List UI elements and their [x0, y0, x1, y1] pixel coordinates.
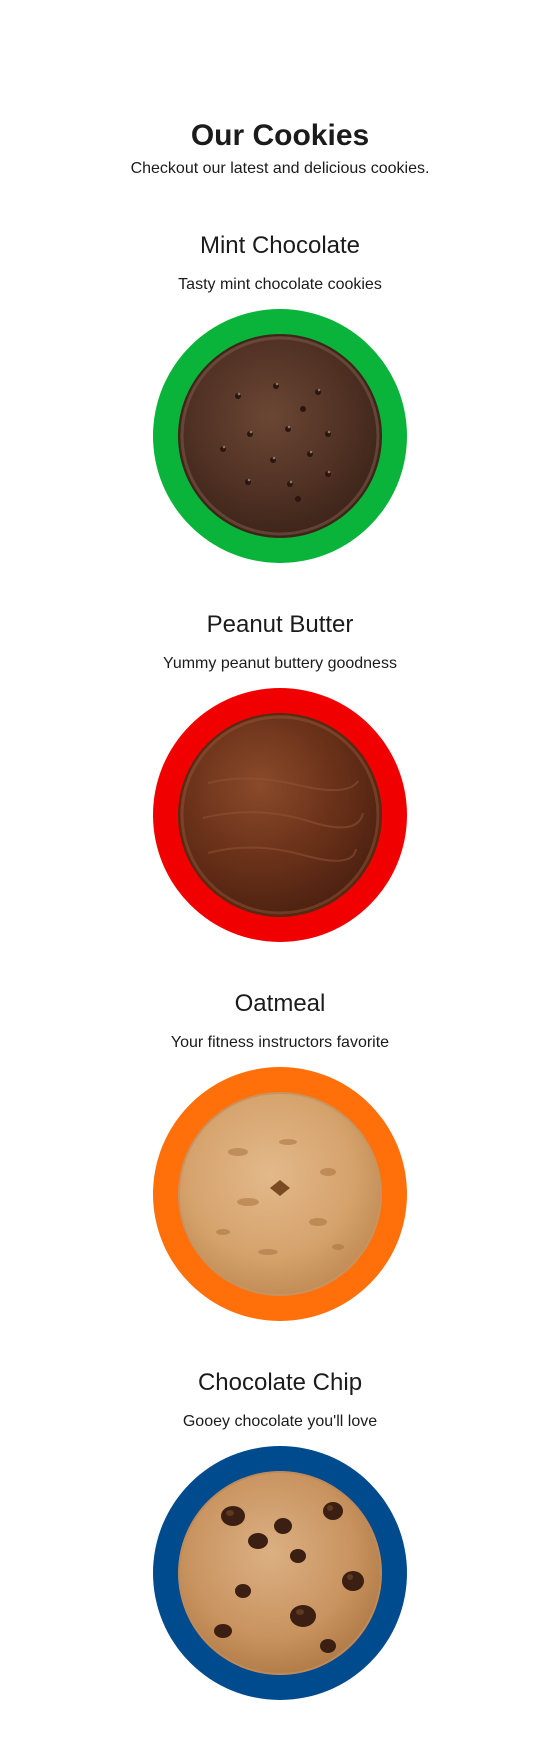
- cookie-ring: [153, 1067, 407, 1321]
- peanut-butter-cookie-image: [178, 713, 382, 917]
- oatmeal-cookie-image: [178, 1092, 382, 1296]
- cookie-name: Mint Chocolate: [199, 232, 361, 259]
- cookie-ring: [153, 309, 407, 563]
- cookie-card-mint-chocolate: Mint Chocolate Tasty mint chocolate cook…: [0, 230, 560, 610]
- page-subtitle: Checkout our latest and delicious cookie…: [130, 160, 430, 177]
- page-title: Our Cookies: [190, 119, 370, 153]
- cookie-description: Your fitness instructors favorite: [170, 1034, 390, 1051]
- cookie-description: Tasty mint chocolate cookies: [178, 276, 382, 293]
- cookie-name: Peanut Butter: [206, 611, 354, 638]
- cookie-name: Chocolate Chip: [197, 1369, 363, 1396]
- cookie-card-oatmeal: Oatmeal Your fitness instructors favorit…: [0, 988, 560, 1368]
- chocolate-chip-cookie-image: [178, 1471, 382, 1675]
- cookie-description: Yummy peanut buttery goodness: [163, 655, 397, 672]
- mint-chocolate-cookie-image: [178, 334, 382, 538]
- cookie-card-chocolate-chip: Chocolate Chip Gooey chocolate you'll lo…: [0, 1367, 560, 1747]
- cookie-card-peanut-butter: Peanut Butter Yummy peanut buttery goodn…: [0, 609, 560, 989]
- cookie-name: Oatmeal: [234, 990, 326, 1017]
- cookie-ring: [153, 1446, 407, 1700]
- cookie-description: Gooey chocolate you'll love: [182, 1413, 378, 1430]
- cookie-ring: [153, 688, 407, 942]
